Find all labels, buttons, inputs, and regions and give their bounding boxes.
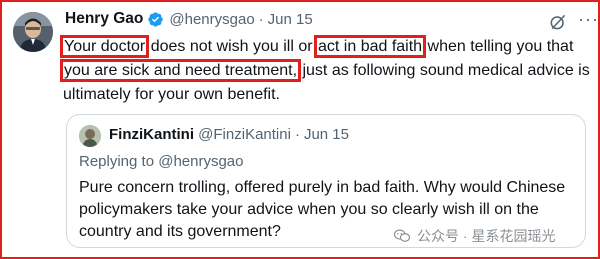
quoted-text-line: Pure concern trolling, offered purely in… bbox=[79, 179, 566, 196]
wechat-icon bbox=[393, 229, 411, 242]
tweet-text-line-1: Your doctor does not wish you ill or act… bbox=[59, 35, 593, 59]
tweet-text-fragment: does not wish you ill or bbox=[146, 38, 317, 55]
verified-badge-icon bbox=[148, 11, 164, 27]
separator-dot: · bbox=[258, 10, 264, 28]
more-options-icon[interactable]: ··· bbox=[578, 10, 599, 28]
watermark: 公众号 · 星系花园瑶光 bbox=[393, 226, 555, 246]
tweet-text-line-2: you are sick and need treatment, just as… bbox=[59, 59, 593, 83]
author-avatar[interactable] bbox=[13, 12, 53, 52]
quoted-text-line: policymakers take your advice when you s… bbox=[79, 201, 539, 218]
replying-to-label[interactable]: Replying to @henrysgao bbox=[79, 153, 244, 170]
highlight-your-doctor: Your doctor bbox=[59, 35, 150, 58]
watermark-text: 公众号 · 星系花园瑶光 bbox=[417, 228, 556, 244]
author-handle[interactable]: @henrysgao bbox=[169, 11, 254, 28]
highlight-bad-faith: act in bad faith bbox=[313, 35, 427, 58]
tweet-date[interactable]: Jun 15 bbox=[268, 11, 313, 28]
tweet-text: Your doctor does not wish you ill or act… bbox=[59, 35, 593, 107]
tweet-header: Henry Gao @henrysgao · Jun 15 bbox=[65, 10, 313, 28]
quoted-author-handle[interactable]: @FinziKantini bbox=[198, 126, 291, 143]
tweet-text-fragment: just as following sound medical advice i… bbox=[298, 62, 590, 79]
quoted-author-avatar[interactable] bbox=[79, 125, 101, 147]
author-name[interactable]: Henry Gao bbox=[65, 10, 143, 28]
quoted-tweet-date[interactable]: Jun 15 bbox=[304, 126, 349, 143]
tweet-text-line-3: ultimately for your own benefit. bbox=[63, 86, 280, 103]
separator-dot: · bbox=[294, 126, 300, 143]
highlight-sick-treatment: you are sick and need treatment, bbox=[59, 59, 302, 82]
grok-icon[interactable] bbox=[548, 12, 568, 32]
quoted-author-name[interactable]: FinziKantini bbox=[109, 126, 194, 143]
tweet-text-fragment: when telling you that bbox=[423, 38, 574, 55]
quoted-tweet-header: FinziKantini @FinziKantini · Jun 15 bbox=[109, 126, 349, 143]
